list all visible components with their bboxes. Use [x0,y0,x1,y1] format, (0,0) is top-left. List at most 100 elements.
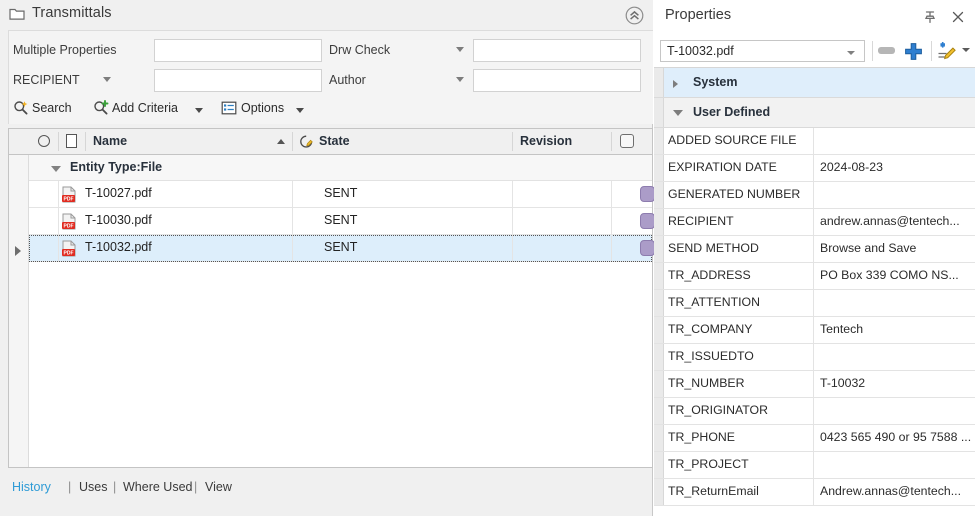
property-name: EXPIRATION DATE [668,160,777,174]
search-button[interactable]: Search [13,99,85,119]
row-gutter [654,182,664,208]
properties-pane: Properties T-10032.pdf [654,0,975,516]
search-criteria-panel: Multiple Properties Drw Check RECIPIENT … [8,30,653,124]
pdf-file-icon: PDF [61,213,77,230]
criteria-input-author[interactable] [473,69,641,92]
tab-uses[interactable]: Uses [79,480,107,494]
grid-row-gutter [9,129,29,467]
grid-group-row[interactable]: Entity Type:File [29,155,652,181]
property-row[interactable]: RECIPIENT andrew.annas@tentech... [654,209,975,236]
properties-toolbar: T-10032.pdf [654,37,975,67]
column-header-name[interactable]: Name [93,129,127,154]
property-row[interactable]: TR_ADDRESS PO Box 339 COMO NS... [654,263,975,290]
row-state: SENT [324,213,357,227]
property-row[interactable]: TR_COMPANY Tentech [654,317,975,344]
table-row[interactable]: PDF T-10030.pdf SENT [29,208,652,235]
row-state: SENT [324,240,357,254]
property-value[interactable]: 2024-08-23 [820,160,972,174]
add-criteria-caret-icon[interactable] [195,108,203,113]
add-criteria-button-label: Add Criteria [112,101,178,115]
search-magnifier-icon [13,100,29,119]
select-circle-icon[interactable] [38,135,50,147]
tab-history[interactable]: History [12,480,51,494]
header-checkbox-icon[interactable] [620,134,634,148]
row-gutter [654,452,664,478]
criteria-caret-drw-check[interactable] [456,47,464,52]
property-value[interactable]: T-10032 [820,376,972,390]
options-caret-icon[interactable] [296,108,304,113]
row-gutter [654,479,664,505]
property-group-label: User Defined [693,105,770,119]
criteria-caret-recipient[interactable] [103,77,111,82]
property-row[interactable]: ADDED SOURCE FILE [654,128,975,155]
property-row[interactable]: TR_PROJECT [654,452,975,479]
plus-add-icon[interactable] [903,41,924,62]
collapse-chevron-up-icon[interactable] [625,6,644,25]
criteria-input-drw-check[interactable] [473,39,641,62]
criteria-input-multiple-properties[interactable] [154,39,322,62]
row-gutter [654,128,664,154]
group-gutter [654,68,664,97]
property-name: TR_ISSUEDTO [668,349,754,363]
chevron-down-icon[interactable] [847,51,855,55]
property-row[interactable]: GENERATED NUMBER [654,182,975,209]
property-name: SEND METHOD [668,241,759,255]
status-badge[interactable] [640,213,655,229]
property-row[interactable]: TR_NUMBER T-10032 [654,371,975,398]
edit-pencil-icon[interactable] [936,41,957,62]
properties-title: Properties [665,7,731,23]
add-criteria-magnifier-plus-icon [93,100,109,119]
property-row[interactable]: TR_ISSUEDTO [654,344,975,371]
sort-ascending-arrow-icon[interactable] [277,139,285,144]
options-button[interactable]: Options [221,99,313,119]
column-header-state[interactable]: State [319,129,350,154]
property-row[interactable]: SEND METHOD Browse and Save [654,236,975,263]
status-badge[interactable] [640,240,655,256]
property-value[interactable]: Andrew.annas@tentech... [820,484,972,498]
criteria-input-recipient[interactable] [154,69,322,92]
property-value[interactable]: Browse and Save [820,241,972,255]
row-gutter [654,344,664,370]
minus-remove-icon[interactable] [878,47,895,54]
property-row[interactable]: TR_PHONE 0423 565 490 or 95 7588 ... [654,425,975,452]
tab-view[interactable]: View [205,480,232,494]
selected-row-marker-icon [15,246,21,256]
property-name: TR_ADDRESS [668,268,751,282]
status-badge[interactable] [640,186,655,202]
properties-object-select[interactable]: T-10032.pdf [660,40,865,62]
chevron-right-icon[interactable] [673,80,678,88]
property-row[interactable]: EXPIRATION DATE 2024-08-23 [654,155,975,182]
table-row[interactable]: PDF T-10027.pdf SENT [29,181,652,208]
criteria-label-recipient: RECIPIENT [13,73,80,87]
edit-dropdown-caret-icon[interactable] [962,48,970,52]
document-icon [66,134,77,148]
close-x-icon[interactable] [950,9,966,25]
property-name: TR_NUMBER [668,376,745,390]
table-row[interactable]: PDF T-10032.pdf SENT [29,235,652,262]
property-name: ADDED SOURCE FILE [668,133,796,147]
property-value[interactable]: andrew.annas@tentech... [820,214,972,228]
property-group-system[interactable]: System [654,68,975,98]
criteria-label-multiple-properties: Multiple Properties [13,43,117,57]
chevron-down-icon[interactable] [673,110,683,116]
property-value[interactable]: PO Box 339 COMO NS... [820,268,972,282]
tab-where-used[interactable]: Where Used [123,480,192,494]
property-group-user-defined[interactable]: User Defined [654,98,975,128]
pin-icon[interactable] [922,9,938,25]
property-value[interactable]: Tentech [820,322,972,336]
property-name: TR_ORIGINATOR [668,403,768,417]
chevron-down-icon[interactable] [51,166,61,172]
property-value[interactable]: 0423 565 490 or 95 7588 ... [820,430,972,444]
pdf-file-icon: PDF [61,240,77,257]
property-row[interactable]: TR_ATTENTION [654,290,975,317]
column-header-revision[interactable]: Revision [520,129,572,154]
row-gutter [654,317,664,343]
property-name: TR_ReturnEmail [668,484,759,498]
property-row[interactable]: TR_ORIGINATOR [654,398,975,425]
row-name: T-10027.pdf [85,186,152,200]
row-gutter [654,263,664,289]
criteria-caret-author[interactable] [456,77,464,82]
property-row[interactable]: TR_ReturnEmail Andrew.annas@tentech... [654,479,975,506]
pane-title-bar: Transmittals [0,0,653,30]
add-criteria-button[interactable]: Add Criteria [93,99,213,119]
